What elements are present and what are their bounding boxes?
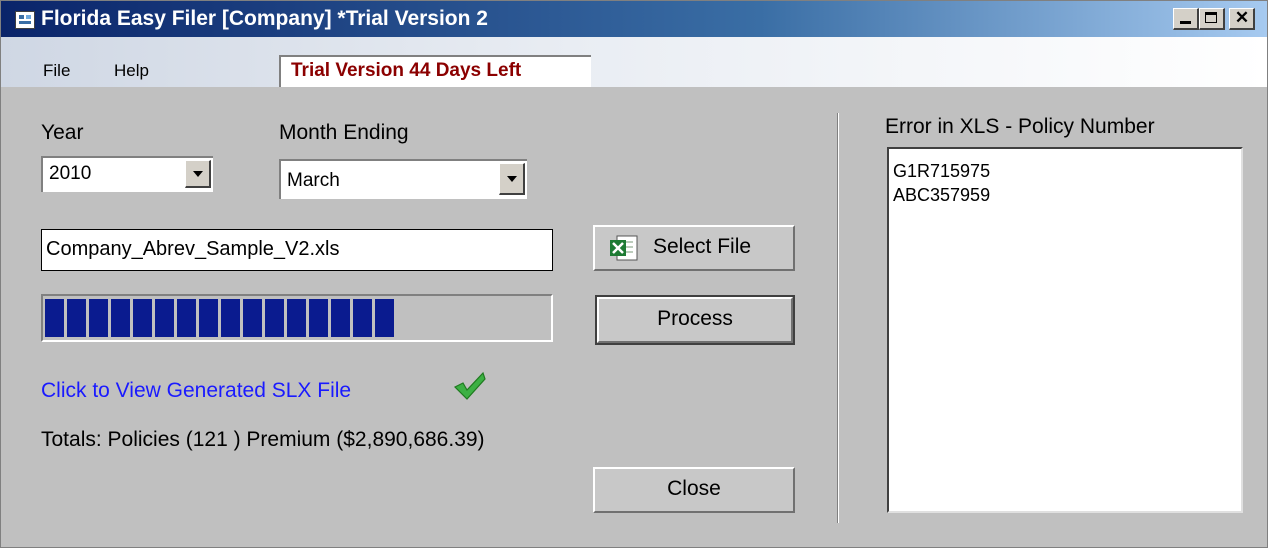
error-list-header: Error in XLS - Policy Number bbox=[885, 115, 1155, 138]
month-select[interactable]: March bbox=[279, 159, 527, 199]
chevron-down-icon bbox=[507, 176, 517, 182]
progress-segment bbox=[177, 299, 196, 337]
month-value: March bbox=[287, 170, 340, 191]
progress-segment bbox=[309, 299, 328, 337]
menu-bar: File Help bbox=[1, 37, 1267, 87]
month-label: Month Ending bbox=[279, 121, 409, 144]
progress-segment bbox=[111, 299, 130, 337]
progress-segment bbox=[287, 299, 306, 337]
progress-segment bbox=[265, 299, 284, 337]
title-bar[interactable]: Florida Easy Filer [Company] *Trial Vers… bbox=[1, 1, 1267, 37]
list-item[interactable]: G1R715975 bbox=[893, 159, 1241, 183]
file-path-input[interactable]: Company_Abrev_Sample_V2.xls bbox=[41, 229, 553, 271]
excel-icon bbox=[610, 235, 638, 261]
close-icon: ✕ bbox=[1234, 8, 1250, 27]
year-select[interactable]: 2010 bbox=[41, 156, 213, 192]
progress-segment bbox=[221, 299, 240, 337]
maximize-icon bbox=[1205, 12, 1217, 23]
error-list[interactable]: G1R715975 ABC357959 bbox=[887, 147, 1243, 513]
close-button[interactable]: Close bbox=[593, 467, 795, 513]
year-value: 2010 bbox=[49, 163, 92, 184]
year-dropdown-button[interactable] bbox=[185, 160, 211, 188]
view-slx-link[interactable]: Click to View Generated SLX File bbox=[41, 379, 351, 403]
minimize-icon bbox=[1180, 21, 1191, 24]
progress-segment bbox=[89, 299, 108, 337]
select-file-button[interactable]: Select File bbox=[593, 225, 795, 271]
trial-notice: Trial Version 44 Days Left bbox=[279, 55, 591, 87]
progress-segment bbox=[331, 299, 350, 337]
year-label: Year bbox=[41, 121, 84, 144]
totals-summary: Totals: Policies (121 ) Premium ($2,890,… bbox=[41, 428, 485, 451]
select-file-label: Select File bbox=[653, 235, 752, 258]
panel-divider bbox=[837, 113, 839, 523]
progress-segment bbox=[155, 299, 174, 337]
app-window: Florida Easy Filer [Company] *Trial Vers… bbox=[0, 0, 1268, 548]
maximize-button[interactable] bbox=[1199, 8, 1225, 30]
list-item[interactable]: ABC357959 bbox=[893, 183, 1241, 207]
process-button[interactable]: Process bbox=[595, 295, 795, 345]
minimize-button[interactable] bbox=[1173, 8, 1199, 30]
progress-segment bbox=[199, 299, 218, 337]
month-dropdown-button[interactable] bbox=[499, 163, 525, 195]
app-window-icon[interactable] bbox=[15, 11, 35, 29]
chevron-down-icon bbox=[193, 171, 203, 177]
progress-segment bbox=[133, 299, 152, 337]
checkmark-icon bbox=[453, 371, 486, 400]
menu-file[interactable]: File bbox=[43, 61, 70, 81]
progress-segment bbox=[45, 299, 64, 337]
progress-segment bbox=[375, 299, 394, 337]
progress-bar bbox=[41, 294, 553, 342]
progress-segment bbox=[67, 299, 86, 337]
close-window-button[interactable]: ✕ bbox=[1229, 8, 1255, 30]
window-title: Florida Easy Filer [Company] *Trial Vers… bbox=[41, 7, 488, 30]
progress-segment bbox=[353, 299, 372, 337]
progress-segment bbox=[243, 299, 262, 337]
menu-help[interactable]: Help bbox=[114, 61, 149, 81]
